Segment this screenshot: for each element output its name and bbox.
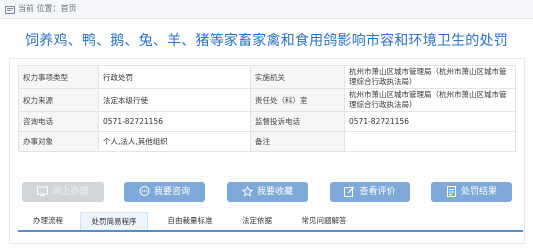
cell-value-text: 杭州市萧山区城市管理局（杭州市萧山区城市管理综合行政执法局） — [349, 67, 507, 86]
monitor-icon — [37, 186, 49, 197]
document-icon — [446, 186, 457, 197]
cell-label: 办事对象 — [18, 131, 99, 152]
tab-discretion-standard[interactable]: 自由裁量标准 — [156, 212, 224, 230]
cell-value — [344, 131, 516, 152]
cell-value: 0571-82721156 — [344, 111, 516, 132]
breadcrumb[interactable]: 当前 位置：首页 — [18, 0, 77, 18]
cell-value: 法定本级行使 — [98, 88, 251, 112]
cell-label: 权力来源 — [18, 88, 99, 112]
table-row: 权力来源 法定本级行使 责任处（科）室 杭州市萧山区城市管理局（杭州市萧山区城市… — [18, 88, 516, 112]
table-row: 办事对象 个人,法人,其他组织 备注 — [18, 131, 516, 152]
cell-label: 咨询电话 — [18, 111, 99, 132]
cell-value: 个人,法人,其他组织 — [98, 131, 251, 152]
cell-value: 杭州市萧山区城市管理局（杭州市萧山区城市管理综合行政执法局） — [344, 88, 516, 112]
cell-value-text: 杭州市萧山区城市管理局（杭州市萧山区城市管理综合行政执法局） — [349, 90, 507, 109]
button-label: 处罚结果 — [460, 187, 497, 197]
tab-faq[interactable]: 常见问题解答 — [290, 212, 358, 230]
breadcrumb-bar: 当前 位置：首页 — [0, 0, 533, 19]
home-icon[interactable] — [5, 4, 15, 14]
cell-value: 杭州市萧山区城市管理局（杭州市萧山区城市管理综合行政执法局） — [344, 65, 516, 89]
penalty-result-button[interactable]: 处罚结果 — [431, 182, 512, 202]
tab-bar: 办理流程 处罚简易程序 自由裁量标准 法定依据 常见问题解答 — [18, 212, 523, 232]
chat-icon — [139, 186, 150, 197]
cell-value: 行政处罚 — [98, 65, 251, 89]
button-label: 网上办理 — [52, 187, 89, 197]
action-button-row: 网上办理 我要咨询 我要收藏 查看评价 处罚结果 — [0, 182, 533, 204]
edit-icon — [344, 186, 355, 197]
cell-label: 监督投诉电话 — [250, 111, 345, 132]
cell-label: 权力事项类型 — [18, 65, 99, 89]
table-row: 咨询电话 0571-82721156 监督投诉电话 0571-82721156 — [18, 111, 516, 132]
tab-legal-basis[interactable]: 法定依据 — [232, 212, 282, 230]
tab-process[interactable]: 办理流程 — [22, 212, 74, 230]
view-evaluation-button[interactable]: 查看评价 — [330, 182, 410, 202]
favorite-button[interactable]: 我要收藏 — [227, 182, 308, 202]
info-table: 权力事项类型 行政处罚 实施机关 杭州市萧山区城市管理局（杭州市萧山区城市管理综… — [18, 65, 516, 152]
cell-label: 实施机关 — [250, 65, 345, 89]
button-label: 我要收藏 — [256, 187, 293, 197]
button-label: 查看评价 — [359, 187, 396, 197]
table-row: 权力事项类型 行政处罚 实施机关 杭州市萧山区城市管理局（杭州市萧山区城市管理综… — [18, 65, 516, 89]
online-handle-button[interactable]: 网上办理 — [22, 182, 104, 202]
button-label: 我要咨询 — [153, 187, 190, 197]
star-icon — [241, 186, 253, 197]
cell-label: 备注 — [250, 131, 345, 152]
cell-label: 责任处（科）室 — [250, 88, 345, 112]
page-title: 饲养鸡、鸭、鹅、兔、羊、猪等家畜家禽和食用鸽影响市容和环境卫生的处罚 — [25, 33, 508, 49]
consult-button[interactable]: 我要咨询 — [124, 182, 205, 202]
cell-value: 0571-82721156 — [98, 111, 251, 132]
tab-simple-procedure[interactable]: 处罚简易程序 — [80, 212, 148, 230]
